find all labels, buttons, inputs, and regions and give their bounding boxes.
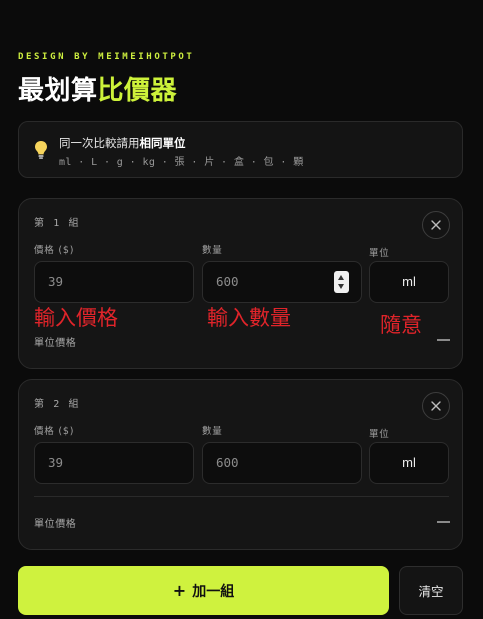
lightbulb-icon xyxy=(34,140,48,160)
divider xyxy=(34,496,449,497)
add-group-label: 加一組 xyxy=(192,583,235,600)
price-input[interactable]: 39 xyxy=(34,261,194,303)
quantity-stepper[interactable] xyxy=(334,271,349,293)
page-title-part2: 比價器 xyxy=(97,76,178,106)
tip-units-list: ml · L · g · kg · 張 · 片 · 盒 · 包 · 顆 xyxy=(59,157,304,168)
unit-label: 單位 xyxy=(369,248,390,259)
remove-group-button[interactable] xyxy=(422,392,450,420)
unit-price-label: 單位價格 xyxy=(34,519,77,530)
stepper-down-icon[interactable] xyxy=(338,284,344,289)
unit-price-value-empty xyxy=(437,339,450,341)
unit-tip-box: 同一次比較請用相同單位 ml · L · g · kg · 張 · 片 · 盒 … xyxy=(18,121,463,178)
quantity-input[interactable]: 600 xyxy=(202,442,362,484)
annotation-quantity: 輸入數量 xyxy=(207,306,291,330)
add-group-button[interactable]: + 加一組 xyxy=(18,566,389,615)
tip-text-emphasis: 相同單位 xyxy=(139,136,186,150)
clear-button[interactable]: 清空 xyxy=(399,566,463,615)
group-card-2: 第 2 組 價格 ($) 數量 單位 39 600 ml 單位價格 xyxy=(18,379,463,550)
unit-input[interactable]: ml xyxy=(369,442,449,484)
page-title: 最划算比價器 xyxy=(18,70,177,107)
quantity-input[interactable]: 600 xyxy=(202,261,362,303)
price-label: 價格 ($) xyxy=(34,426,75,437)
unit-input[interactable]: ml xyxy=(369,261,449,303)
annotation-unit: 隨意 xyxy=(380,313,422,337)
annotation-price: 輸入價格 xyxy=(34,306,118,330)
group-title: 第 2 組 xyxy=(34,399,81,410)
brand-credit: DESIGN BY MEIMEIHOTPOT xyxy=(18,52,195,62)
remove-group-button[interactable] xyxy=(422,211,450,239)
unit-label: 單位 xyxy=(369,429,390,440)
quantity-value: 600 xyxy=(216,274,239,289)
quantity-label: 數量 xyxy=(202,245,223,256)
quantity-label: 數量 xyxy=(202,426,223,437)
tip-text: 同一次比較請用相同單位 xyxy=(59,135,186,151)
group-title: 第 1 組 xyxy=(34,218,81,229)
unit-price-label: 單位價格 xyxy=(34,338,77,349)
price-input[interactable]: 39 xyxy=(34,442,194,484)
stepper-up-icon[interactable] xyxy=(338,275,344,280)
price-comparator-page: DESIGN BY MEIMEIHOTPOT 最划算比價器 同一次比較請用相同單… xyxy=(0,0,483,619)
unit-price-value-empty xyxy=(437,521,450,523)
price-label: 價格 ($) xyxy=(34,245,75,256)
group-card-1: 第 1 組 價格 ($) 數量 單位 39 600 ml 輸入價格 輸入數量 隨… xyxy=(18,198,463,369)
plus-icon: + xyxy=(172,581,187,600)
page-title-part1: 最划算 xyxy=(18,76,98,106)
tip-text-prefix: 同一次比較請用 xyxy=(59,136,140,150)
